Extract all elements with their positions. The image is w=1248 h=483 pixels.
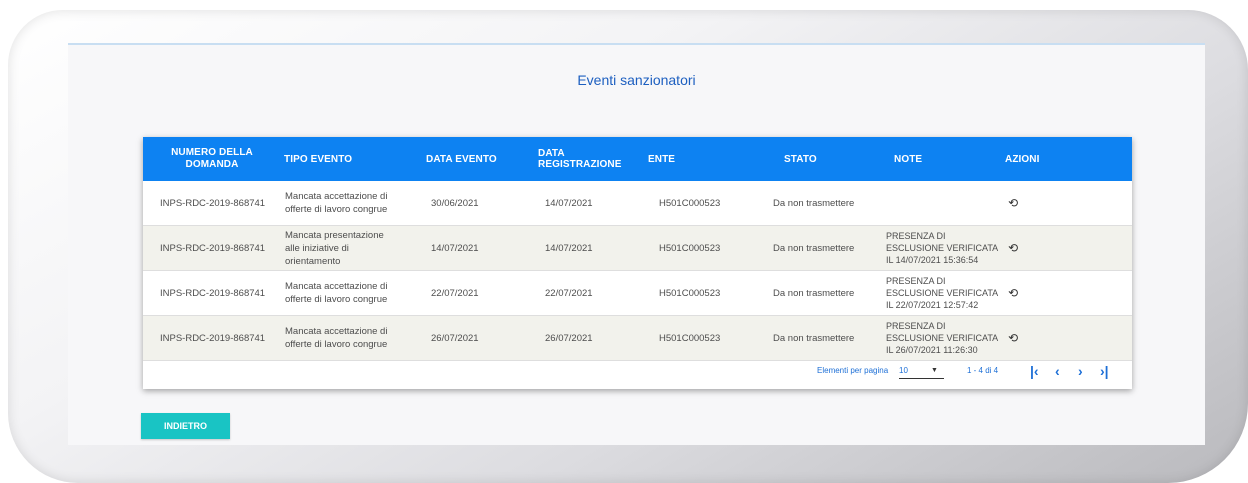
cell-data-evento: 22/07/2021 <box>431 287 479 299</box>
header-tipo: TIPO EVENTO <box>284 153 353 165</box>
header-note: NOTE <box>894 153 923 165</box>
prev-page-icon[interactable]: ‹ <box>1055 363 1060 379</box>
cell-stato: Da non trasmettere <box>773 287 855 299</box>
cell-stato: Da non trasmettere <box>773 242 855 254</box>
cell-numero: INPS-RDC-2019-868741 <box>160 332 266 344</box>
cell-data-registrazione: 14/07/2021 <box>545 197 593 209</box>
cell-ente: H501C000523 <box>659 242 721 254</box>
cell-data-evento: 14/07/2021 <box>431 242 479 254</box>
cell-numero: INPS-RDC-2019-868741 <box>160 242 266 254</box>
last-page-icon[interactable]: ›| <box>1100 363 1109 379</box>
header-data-evento: DATA EVENTO <box>426 153 497 165</box>
table-row: INPS-RDC-2019-868741 Mancata accettazion… <box>143 316 1132 361</box>
cell-numero: INPS-RDC-2019-868741 <box>160 287 266 299</box>
cell-data-registrazione: 22/07/2021 <box>545 287 593 299</box>
cell-note: PRESENZA DI ESCLUSIONE VERIFICATA IL 14/… <box>886 231 998 265</box>
cell-tipo: Mancata accettazione di offerte di lavor… <box>285 281 388 305</box>
cell-ente: H501C000523 <box>659 197 721 209</box>
cell-ente: H501C000523 <box>659 287 721 299</box>
header-ente: ENTE <box>648 153 676 165</box>
chevron-down-icon[interactable]: ▼ <box>931 367 938 374</box>
pagination-bar: Elementi per pagina 10 ▼ 1 - 4 di 4 |‹ ‹… <box>143 357 1132 389</box>
cell-tipo: Mancata accettazione di offerte di lavor… <box>285 191 388 215</box>
cell-stato: Da non trasmettere <box>773 197 855 209</box>
cell-data-evento: 30/06/2021 <box>431 197 479 209</box>
table-row: INPS-RDC-2019-868741 Mancata presentazio… <box>143 226 1132 271</box>
back-button[interactable]: INDIETRO <box>141 413 230 439</box>
history-icon[interactable]: ⟲ <box>1006 241 1020 255</box>
history-icon[interactable]: ⟲ <box>1006 196 1020 210</box>
page-range: 1 - 4 di 4 <box>967 366 999 375</box>
page-size-label: Elementi per pagina <box>817 366 889 375</box>
content-panel: Eventi sanzionatori NUMERO DELLA DOMANDA… <box>68 43 1205 445</box>
cell-tipo: Mancata presentazione alle iniziative di… <box>285 229 384 267</box>
window-frame: Eventi sanzionatori NUMERO DELLA DOMANDA… <box>8 10 1248 483</box>
cell-numero: INPS-RDC-2019-868741 <box>160 197 266 209</box>
table-row: INPS-RDC-2019-868741 Mancata accettazion… <box>143 181 1132 226</box>
cell-note <box>886 181 998 225</box>
table-header: NUMERO DELLA DOMANDA TIPO EVENTO DATA EV… <box>143 137 1132 181</box>
header-data-registrazione: DATA REGISTRAZIONE <box>538 148 622 170</box>
header-numero: NUMERO DELLA DOMANDA <box>171 147 253 170</box>
cell-data-registrazione: 26/07/2021 <box>545 332 593 344</box>
header-azioni: AZIONI <box>1005 153 1040 165</box>
history-icon[interactable]: ⟲ <box>1006 331 1020 345</box>
next-page-icon[interactable]: › <box>1078 363 1083 379</box>
cell-data-registrazione: 14/07/2021 <box>545 242 593 254</box>
cell-stato: Da non trasmettere <box>773 332 855 344</box>
cell-note: PRESENZA DI ESCLUSIONE VERIFICATA IL 26/… <box>886 321 998 355</box>
table-row: INPS-RDC-2019-868741 Mancata accettazion… <box>143 271 1132 316</box>
cell-tipo: Mancata accettazione di offerte di lavor… <box>285 326 388 350</box>
history-icon[interactable]: ⟲ <box>1006 286 1020 300</box>
cell-ente: H501C000523 <box>659 332 721 344</box>
events-table-card: NUMERO DELLA DOMANDA TIPO EVENTO DATA EV… <box>143 137 1132 389</box>
cell-note: PRESENZA DI ESCLUSIONE VERIFICATA IL 22/… <box>886 276 998 310</box>
first-page-icon[interactable]: |‹ <box>1030 363 1039 379</box>
page-title: Eventi sanzionatori <box>577 72 696 88</box>
header-stato: STATO <box>784 153 817 165</box>
cell-data-evento: 26/07/2021 <box>431 332 479 344</box>
